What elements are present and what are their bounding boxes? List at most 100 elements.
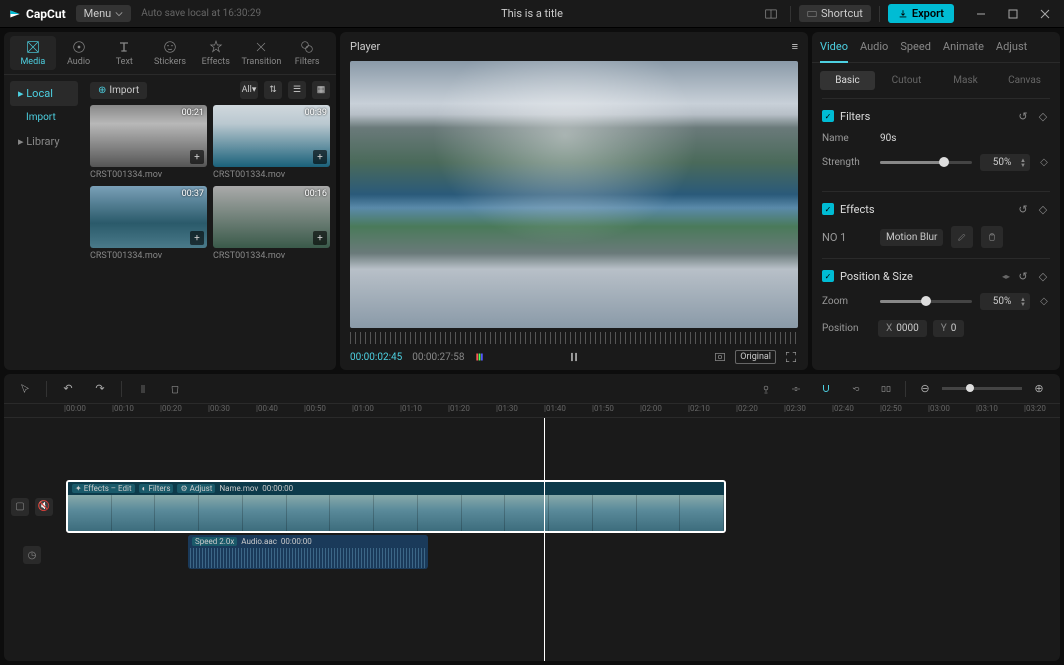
video-track-mute[interactable]: 🔇	[35, 498, 53, 516]
zoom-in-button[interactable]: ⊕	[1028, 378, 1050, 400]
effect-edit-button[interactable]	[951, 226, 973, 248]
inspector-tab-adjust[interactable]: Adjust	[996, 40, 1027, 62]
inspector-subtab-mask[interactable]: Mask	[938, 71, 993, 90]
clip-adjust-tag[interactable]: ⚙ Adjust	[177, 484, 215, 493]
inspector-subtab-basic[interactable]: Basic	[820, 71, 875, 90]
view-grid-button[interactable]: ▦	[312, 81, 330, 99]
sort-button[interactable]: ⇅	[264, 81, 282, 99]
inspector-tab-speed[interactable]: Speed	[900, 40, 931, 62]
layout-button[interactable]	[760, 3, 782, 25]
shortcut-button[interactable]: Shortcut	[799, 5, 871, 22]
add-clip-button[interactable]: +	[190, 231, 204, 245]
player-menu-icon[interactable]: ≡	[792, 40, 798, 53]
minimize-button[interactable]	[970, 3, 992, 25]
sidebar-local[interactable]: ▸ Local	[10, 81, 78, 106]
audio-track-toggle[interactable]: ◷	[23, 546, 41, 564]
reset-icon[interactable]: ↺	[1016, 202, 1030, 216]
add-clip-button[interactable]: +	[313, 231, 327, 245]
tool-tab-stickers[interactable]: Stickers	[147, 36, 193, 70]
preview-snap-button[interactable]	[875, 378, 897, 400]
plus-icon: ⊕	[98, 85, 106, 96]
reset-icon[interactable]: ↺	[1016, 109, 1030, 123]
keyframe-icon[interactable]: ◇	[1036, 202, 1050, 216]
zoom-input[interactable]: 50%▲▼	[980, 293, 1030, 310]
pencil-icon	[957, 232, 967, 242]
chain-button[interactable]	[845, 378, 867, 400]
timeline-panel: ↶ ↷ ⊖ ⊕ |00:00|00:10|00:20|00:30|00:40|0…	[4, 374, 1060, 661]
preview-viewport[interactable]	[350, 61, 798, 328]
close-button[interactable]	[1034, 3, 1056, 25]
position-y-input[interactable]: Y0	[933, 320, 965, 337]
redo-button[interactable]: ↷	[89, 378, 111, 400]
clip-effects-tag[interactable]: ✦ Effects – Edit	[72, 484, 135, 493]
magnet-button[interactable]	[815, 378, 837, 400]
split-button[interactable]	[132, 378, 154, 400]
reset-icon[interactable]: ↺	[1016, 269, 1030, 283]
scopes-button[interactable]	[474, 350, 488, 364]
tool-tab-text[interactable]: Text	[101, 36, 147, 70]
position-size-section: ✓ Position & Size ◂▸ ↺ ◇ Zoom 50%▲▼ ◇	[822, 258, 1050, 347]
inspector-subtab-canvas[interactable]: Canvas	[997, 71, 1052, 90]
clip-filters-tag[interactable]: ◐ Filters	[139, 484, 174, 493]
project-title[interactable]: This is a title	[501, 7, 563, 20]
tool-tab-effects[interactable]: Effects	[193, 36, 239, 70]
menu-button[interactable]: Menu	[76, 5, 132, 22]
autosave-status: Auto save local at 16:30:29	[141, 8, 261, 19]
inspector-tab-video[interactable]: Video	[820, 40, 848, 63]
keyframe-icon[interactable]: ◇	[1036, 109, 1050, 123]
video-track-lock[interactable]: ▢	[11, 498, 29, 516]
select-tool[interactable]	[14, 378, 36, 400]
tool-tab-filters[interactable]: Filters	[284, 36, 330, 70]
filters-checkbox[interactable]: ✓	[822, 110, 834, 122]
original-resolution-button[interactable]: Original	[735, 350, 776, 364]
media-clip[interactable]: 00:16+CRST001334.mov	[213, 186, 330, 261]
tool-tab-transition[interactable]: Transition	[239, 36, 285, 70]
keyframe-icon[interactable]: ◇	[1036, 269, 1050, 283]
clip-speed-tag[interactable]: Speed 2.0x	[192, 537, 237, 546]
position-checkbox[interactable]: ✓	[822, 270, 834, 282]
current-time: 00:00:02:45	[350, 352, 402, 363]
zoom-out-button[interactable]: ⊖	[914, 378, 936, 400]
inspector-tab-animate[interactable]: Animate	[943, 40, 984, 62]
effect-delete-button[interactable]	[981, 226, 1003, 248]
link-button[interactable]	[785, 378, 807, 400]
delete-button[interactable]	[164, 378, 186, 400]
strength-keyframe[interactable]: ◇	[1038, 157, 1050, 169]
media-clip[interactable]: 00:21+CRST001334.mov	[90, 105, 207, 180]
tool-tab-audio[interactable]: Audio	[56, 36, 102, 70]
import-button[interactable]: ⊕Import	[90, 82, 147, 99]
effects-checkbox[interactable]: ✓	[822, 203, 834, 215]
add-clip-button[interactable]: +	[190, 150, 204, 164]
strength-input[interactable]: 50%▲▼	[980, 154, 1030, 171]
maximize-button[interactable]	[1002, 3, 1024, 25]
export-button[interactable]: Export	[888, 4, 954, 23]
fullscreen-button[interactable]	[784, 350, 798, 364]
ratio-button[interactable]	[713, 350, 727, 364]
media-clip[interactable]: 00:39+CRST001334.mov	[213, 105, 330, 180]
player-ruler[interactable]	[350, 332, 798, 344]
add-clip-button[interactable]: +	[313, 150, 327, 164]
media-clip[interactable]: 00:37+CRST001334.mov	[90, 186, 207, 261]
position-x-input[interactable]: X0000	[878, 320, 927, 337]
timeline-ruler[interactable]: |00:00|00:10|00:20|00:30|00:40|00:50|01:…	[4, 404, 1060, 418]
sidebar-import[interactable]: Import	[10, 106, 78, 129]
audio-clip[interactable]: Speed 2.0x Audio.aac 00:00:00	[188, 535, 428, 569]
inspector-subtab-cutout[interactable]: Cutout	[879, 71, 934, 90]
inspector-panel: Video Audio Speed Animate Adjust BasicCutout…	[812, 32, 1060, 370]
capcut-logo-icon	[8, 7, 22, 21]
record-button[interactable]	[755, 378, 777, 400]
timeline-tracks[interactable]: ▢ 🔇 ✦ Effects – Edit ◐ Filters ⚙ Adjust …	[4, 418, 1060, 661]
playhead[interactable]	[544, 418, 545, 661]
strength-slider[interactable]	[880, 161, 972, 164]
view-list-button[interactable]: ☰	[288, 81, 306, 99]
pause-button[interactable]	[567, 350, 581, 364]
filter-all-button[interactable]: All ▾	[240, 81, 258, 99]
undo-button[interactable]: ↶	[57, 378, 79, 400]
zoom-slider[interactable]	[880, 300, 972, 303]
tool-tab-media[interactable]: Media	[10, 36, 56, 70]
inspector-tab-audio[interactable]: Audio	[860, 40, 888, 62]
timeline-zoom-slider[interactable]	[942, 387, 1022, 390]
sidebar-library[interactable]: ▸ Library	[10, 129, 78, 154]
video-clip[interactable]: ✦ Effects – Edit ◐ Filters ⚙ Adjust Name…	[66, 480, 726, 533]
zoom-keyframe[interactable]: ◇	[1038, 296, 1050, 308]
